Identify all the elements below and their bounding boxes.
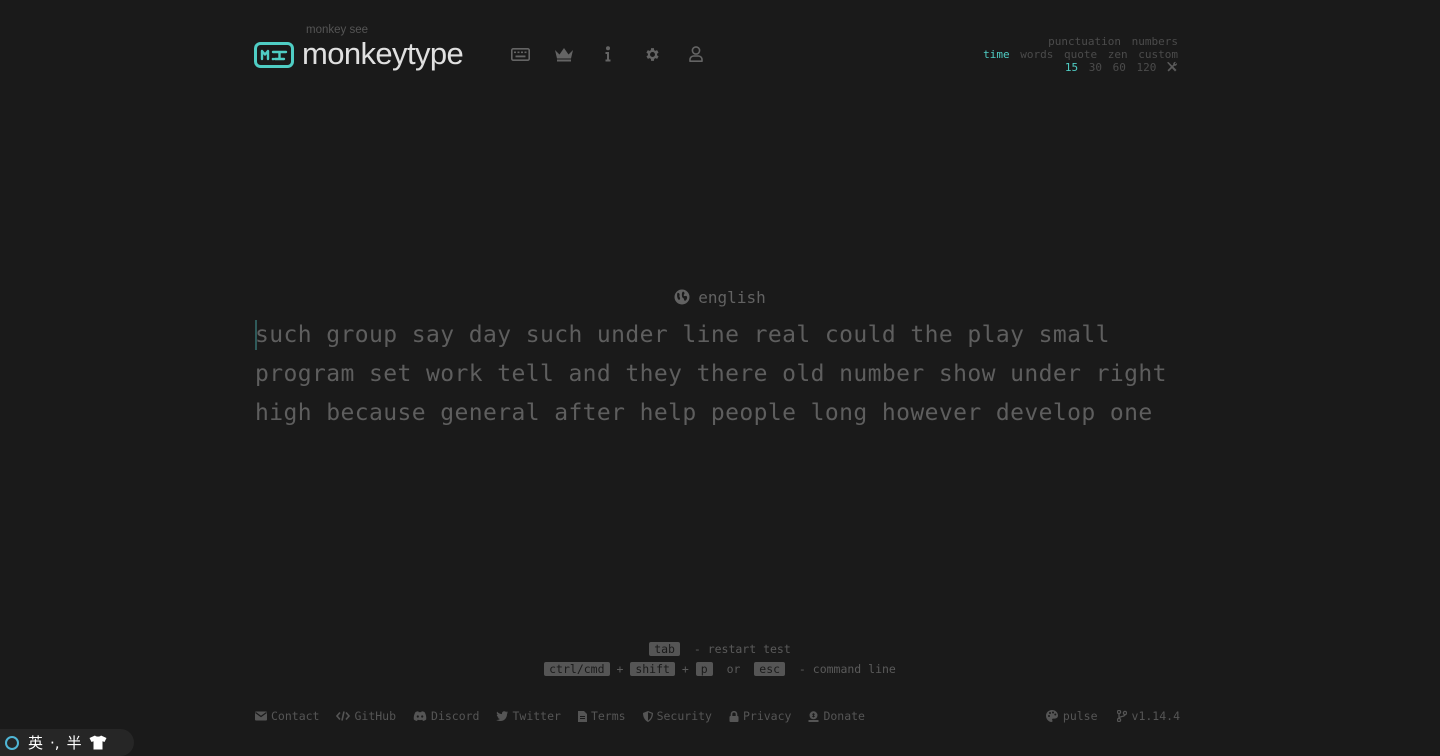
shift-key: shift [630,662,675,676]
monkeytype-logo-icon [254,42,294,68]
github-label: GitHub [354,709,397,723]
top-nav [508,42,728,66]
terms-link[interactable]: Terms [577,709,626,723]
nav-account-button[interactable] [684,42,708,66]
globe-icon [674,289,690,305]
shield-icon [642,710,653,722]
version-button[interactable]: v1.14.4 [1116,709,1180,723]
nav-settings-button[interactable] [640,42,664,66]
discord-label: Discord [431,709,480,723]
language-label: english [698,288,766,307]
time-120[interactable]: 120 [1137,61,1157,74]
mode-custom[interactable]: custom [1138,48,1178,61]
footer-right: pulse v1.14.4 [1027,709,1180,723]
palette-icon [1045,710,1058,722]
nav-about-button[interactable] [596,42,620,66]
logo-subtitle: monkey see [306,24,369,36]
tshirt-icon[interactable] [89,735,107,750]
ime-punctuation[interactable]: ·, [50,734,60,752]
restart-tip: - restart test [693,642,791,656]
lock-icon [729,710,739,722]
discord-icon [413,711,427,721]
info-icon [605,46,611,62]
mode-time[interactable]: time [983,48,1010,61]
code-icon [336,711,351,721]
twitter-link[interactable]: Twitter [496,709,561,723]
theme-label: pulse [1062,709,1098,723]
crown-icon [555,48,573,62]
words-line: high because general after help people l… [255,400,1153,426]
typing-caret [255,320,257,350]
footer-links: Contact GitHub Discord Twitter Terms Sec… [255,709,882,723]
time-15[interactable]: 15 [1065,61,1078,74]
privacy-label: Privacy [742,709,792,723]
monkeytype-page: monkey see monkeytype punctuation number… [0,0,1440,756]
ctrl-key: ctrl/cmd [544,662,610,676]
document-icon [577,710,587,722]
words-line: such group say day such under line real … [255,322,1110,348]
envelope-icon [255,711,267,721]
twitter-icon [496,711,509,721]
security-label: Security [656,709,712,723]
security-link[interactable]: Security [642,709,712,723]
time-60[interactable]: 60 [1113,61,1126,74]
mode-words[interactable]: words [1020,48,1053,61]
gear-icon [645,47,659,61]
terms-label: Terms [590,709,626,723]
privacy-link[interactable]: Privacy [729,709,791,723]
custom-time-tools-icon[interactable] [1166,61,1178,73]
p-key: p [695,662,713,676]
key-tips: tab - restart test ctrl/cmd + shift + p … [0,639,1440,679]
tab-key: tab [649,642,680,656]
twitter-label: Twitter [512,709,561,723]
ime-logo-icon [5,735,19,750]
ime-width[interactable]: 半 [67,732,82,753]
plus-sign: + [681,662,689,676]
keyboard-icon [510,47,530,61]
time-30[interactable]: 30 [1089,61,1102,74]
test-config: punctuation numbers time words quote zen… [983,35,1178,74]
punctuation-toggle[interactable]: punctuation [1048,35,1121,48]
numbers-toggle[interactable]: numbers [1132,35,1178,48]
mode-quote[interactable]: quote [1064,48,1097,61]
plus-sign: + [616,662,624,676]
contact-link[interactable]: Contact [255,709,319,723]
github-link[interactable]: GitHub [336,709,396,723]
user-icon [689,46,703,62]
donate-icon [808,710,819,722]
theme-button[interactable]: pulse [1045,709,1098,723]
nav-test-button[interactable] [508,42,532,66]
mode-zen[interactable]: zen [1108,48,1128,61]
discord-link[interactable]: Discord [413,709,479,723]
language-button[interactable]: english [0,288,1440,307]
ime-toolbar[interactable]: 英 ·, 半 [0,729,134,756]
code-branch-icon [1116,710,1127,722]
or-text: or [726,662,741,676]
words-line: program set work tell and they there old… [255,361,1167,387]
version-label: v1.14.4 [1131,709,1180,723]
esc-key: esc [754,662,786,676]
words-area[interactable]: such group say day such under line real … [255,316,1185,433]
nav-leaderboards-button[interactable] [552,42,576,66]
logo[interactable]: monkey see monkeytype [254,24,464,74]
donate-label: Donate [823,709,865,723]
ime-language[interactable]: 英 [28,732,43,753]
command-line-tip: - command line [798,662,896,676]
donate-link[interactable]: Donate [808,709,865,723]
contact-label: Contact [271,709,320,723]
